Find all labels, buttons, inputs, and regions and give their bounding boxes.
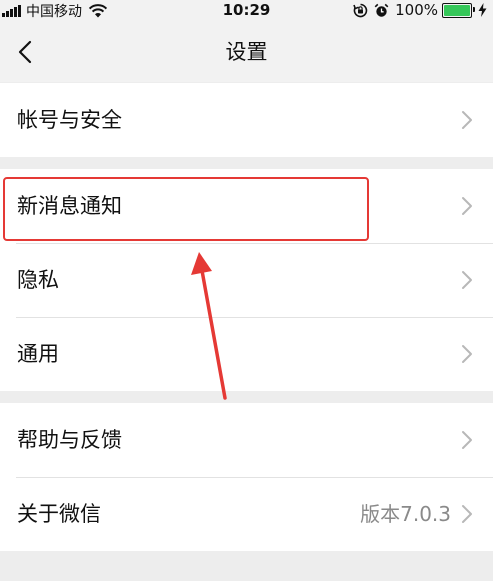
row-label: 新消息通知 bbox=[17, 194, 122, 218]
chevron-right-icon bbox=[462, 111, 472, 129]
settings-row-help-feedback[interactable]: 帮助与反馈 bbox=[0, 403, 493, 477]
charging-bolt-icon bbox=[478, 3, 487, 17]
chevron-right-icon bbox=[462, 345, 472, 363]
alarm-icon bbox=[374, 3, 389, 17]
status-right: 100% bbox=[353, 1, 487, 19]
row-label: 关于微信 bbox=[17, 502, 101, 526]
settings-row-about-wechat[interactable]: 关于微信 版本7.0.3 bbox=[0, 477, 493, 551]
settings-row-general[interactable]: 通用 bbox=[0, 317, 493, 391]
settings-group-about: 帮助与反馈 关于微信 版本7.0.3 bbox=[0, 403, 493, 551]
battery-percent: 100% bbox=[395, 1, 438, 19]
row-label: 通用 bbox=[17, 342, 59, 366]
page-title: 设置 bbox=[225, 40, 268, 64]
chevron-right-icon bbox=[462, 271, 472, 289]
settings-row-privacy[interactable]: 隐私 bbox=[0, 243, 493, 317]
row-label: 隐私 bbox=[17, 268, 59, 292]
version-value: 版本7.0.3 bbox=[360, 502, 451, 526]
settings-row-account-security[interactable]: 帐号与安全 bbox=[0, 83, 493, 157]
status-bar: 中国移动 10:29 100% bbox=[0, 0, 493, 22]
chevron-right-icon bbox=[462, 431, 472, 449]
chevron-right-icon bbox=[462, 505, 472, 523]
chevron-right-icon bbox=[462, 197, 472, 215]
navigation-bar: 设置 bbox=[0, 22, 493, 82]
battery-icon bbox=[442, 2, 475, 18]
rotation-lock-icon bbox=[353, 3, 368, 17]
back-button[interactable] bbox=[10, 36, 40, 68]
settings-row-new-message-notifications[interactable]: 新消息通知 bbox=[0, 169, 493, 243]
row-label: 帐号与安全 bbox=[17, 108, 122, 132]
chevron-left-icon bbox=[18, 40, 32, 64]
row-label: 帮助与反馈 bbox=[17, 428, 122, 452]
settings-group-general: 新消息通知 隐私 通用 bbox=[0, 169, 493, 391]
settings-group-account: 帐号与安全 bbox=[0, 83, 493, 157]
